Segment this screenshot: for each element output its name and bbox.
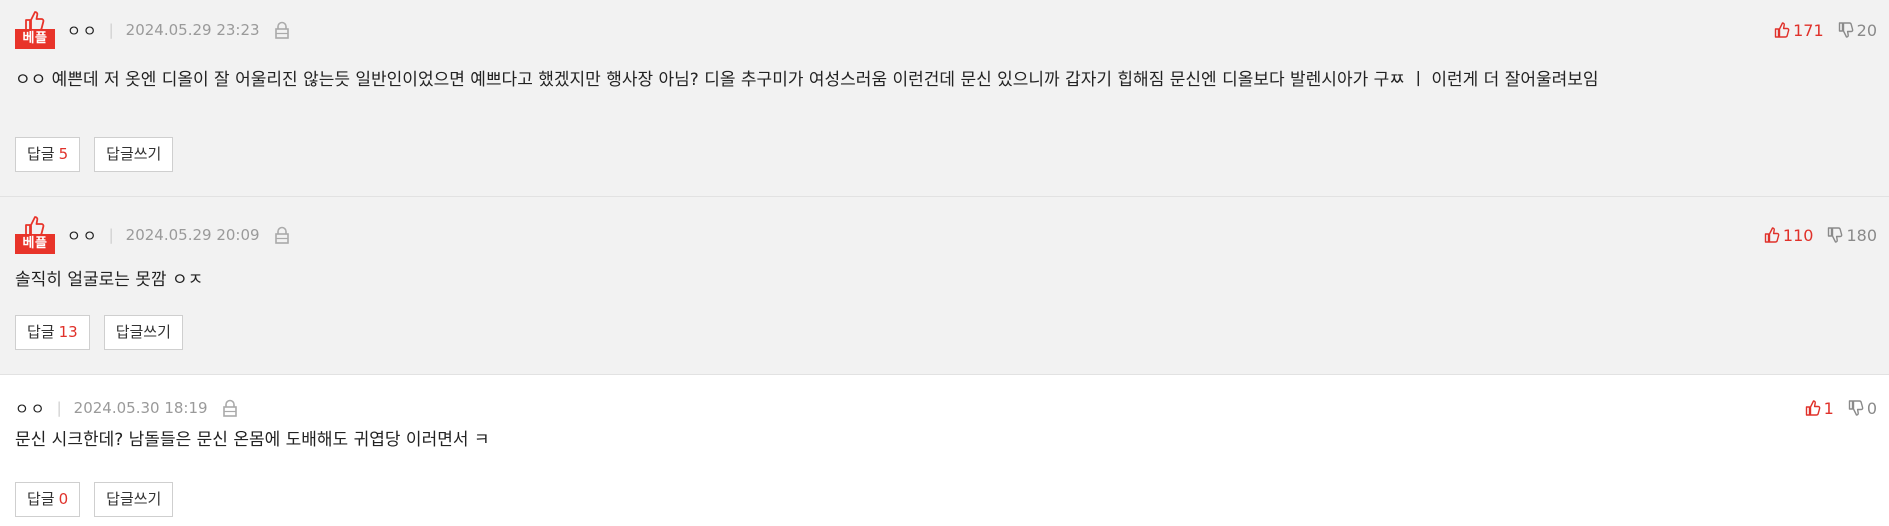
- write-reply-button[interactable]: 답글쓰기: [103, 315, 183, 350]
- comment-text: 솔직히 얼굴로는 못깜 ㅇㅈ: [15, 270, 204, 290]
- comment-text: ㅇㅇ 예쁜데 저 옷엔 디올이 잘 어울리진 않는듯 일반인이었으면 예쁘다고 …: [15, 70, 1599, 90]
- comment-text: 문신 시크한데? 남돌들은 문신 온몸에 도배해도 귀엽당 이러면서 ㅋ: [15, 430, 490, 450]
- lock-icon[interactable]: [274, 21, 290, 39]
- upvote-count: 110: [1782, 225, 1814, 245]
- comment-item: 베플 ㅇㅇ | 2024.05.29 20:09 110 180 솔직히 얼굴로…: [0, 197, 1889, 375]
- thumbs-down-icon: [1848, 400, 1864, 416]
- best-badge: 베플: [15, 11, 55, 49]
- downvote-button[interactable]: 0: [1848, 399, 1877, 418]
- thumbs-up-icon: [1764, 227, 1780, 243]
- thumbs-up-icon: [1774, 22, 1790, 38]
- best-label: 베플: [15, 234, 55, 254]
- downvote-button[interactable]: 20: [1838, 21, 1877, 40]
- write-reply-button[interactable]: 답글쓰기: [94, 137, 174, 172]
- upvote-button[interactable]: 110: [1764, 225, 1814, 245]
- best-badge: 베플: [15, 216, 55, 254]
- comment-actions: 답글 13 답글쓰기: [15, 315, 197, 350]
- lock-icon[interactable]: [222, 399, 238, 417]
- reply-toggle-button[interactable]: 답글 0: [15, 482, 81, 517]
- comment-item: ㅇㅇ | 2024.05.30 18:19 1 0 문신 시크한데? 남돌들은 …: [0, 375, 1889, 526]
- nickname[interactable]: ㅇㅇ: [15, 398, 47, 419]
- separator: |: [108, 226, 114, 244]
- nickname[interactable]: ㅇㅇ: [67, 225, 99, 246]
- reply-count: 5: [58, 145, 69, 163]
- reply-count: 0: [58, 490, 69, 508]
- reply-toggle-button[interactable]: 답글 13: [15, 315, 90, 350]
- best-label: 베플: [15, 29, 55, 49]
- reply-label: 답글: [27, 323, 55, 341]
- vote-group: 1 0: [1805, 399, 1877, 418]
- comment-actions: 답글 5 답글쓰기: [15, 137, 187, 172]
- timestamp: 2024.05.29 20:09: [125, 226, 260, 244]
- thumbs-down-icon: [1838, 22, 1854, 38]
- upvote-count: 171: [1793, 20, 1824, 40]
- thumbs-down-icon: [1828, 227, 1843, 243]
- reply-count: 13: [58, 323, 78, 341]
- separator: |: [108, 21, 114, 39]
- reply-label: 답글: [27, 145, 55, 163]
- nickname[interactable]: ㅇㅇ: [67, 20, 99, 41]
- downvote-count: 0: [1866, 398, 1877, 418]
- downvote-button[interactable]: 180: [1827, 226, 1877, 245]
- comment-actions: 답글 0 답글쓰기: [15, 482, 187, 517]
- timestamp: 2024.05.29 23:23: [125, 21, 260, 39]
- thumbs-up-icon: [25, 11, 45, 31]
- lock-icon[interactable]: [274, 226, 290, 244]
- upvote-button[interactable]: 1: [1805, 399, 1834, 418]
- comment-header: ㅇㅇ | 2024.05.30 18:19 1 0: [15, 389, 1877, 427]
- comment-header: 베플 ㅇㅇ | 2024.05.29 20:09 110 180: [15, 216, 1877, 254]
- upvote-count: 1: [1823, 398, 1834, 418]
- reply-toggle-button[interactable]: 답글 5: [15, 137, 81, 172]
- downvote-count: 180: [1846, 225, 1877, 245]
- write-reply-button[interactable]: 답글쓰기: [94, 482, 174, 517]
- comment-item: 베플 ㅇㅇ | 2024.05.29 23:23 171 20 ㅇㅇ 예쁜데 저…: [0, 0, 1889, 197]
- vote-group: 171 20: [1774, 21, 1877, 40]
- comment-header: 베플 ㅇㅇ | 2024.05.29 23:23 171 20: [15, 11, 1877, 49]
- thumbs-up-icon: [1805, 400, 1820, 416]
- timestamp: 2024.05.30 18:19: [73, 399, 208, 417]
- upvote-button[interactable]: 171: [1774, 21, 1824, 40]
- downvote-count: 20: [1856, 20, 1877, 40]
- reply-label: 답글: [27, 490, 55, 508]
- separator: |: [56, 399, 62, 417]
- vote-group: 110 180: [1764, 226, 1877, 245]
- thumbs-up-icon: [25, 216, 45, 236]
